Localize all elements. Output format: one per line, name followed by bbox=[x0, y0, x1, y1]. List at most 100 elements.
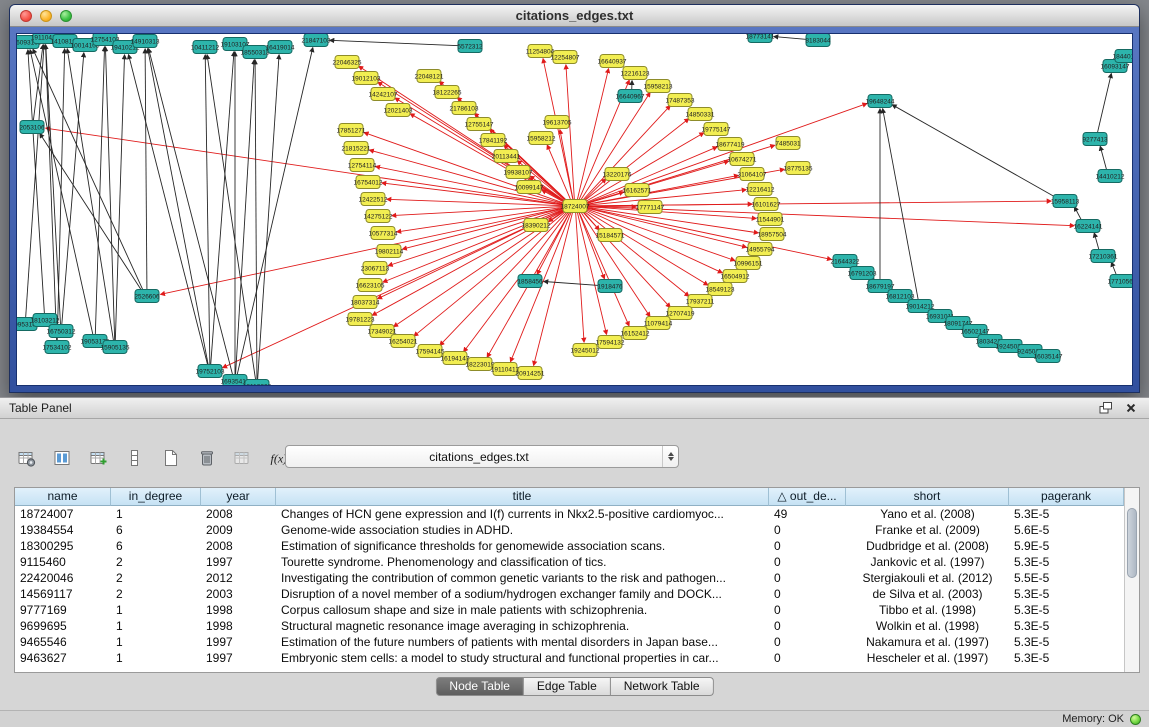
column-header-name[interactable]: name bbox=[15, 488, 111, 506]
graph-node[interactable]: 15958212 bbox=[527, 132, 556, 145]
graph-node[interactable]: 12422512 bbox=[359, 193, 388, 206]
graph-node[interactable]: 17771147 bbox=[636, 201, 665, 214]
graph-node[interactable]: 11544901 bbox=[756, 213, 785, 226]
graph-node[interactable]: 19613705 bbox=[543, 116, 572, 129]
graph-node[interactable]: 12755147 bbox=[465, 118, 494, 131]
graph-node[interactable]: 15905135 bbox=[101, 341, 130, 354]
close-panel-icon[interactable] bbox=[1122, 400, 1140, 416]
network-table-select[interactable]: citations_edges.txt bbox=[285, 445, 679, 468]
graph-node[interactable]: 16754012 bbox=[354, 176, 383, 189]
graph-node[interactable]: 10577314 bbox=[369, 227, 398, 240]
table-row[interactable]: 977716911998Corpus callosum shape and si… bbox=[15, 602, 1139, 618]
graph-node[interactable]: 17841192 bbox=[479, 134, 508, 147]
column-header-short[interactable]: short bbox=[846, 488, 1009, 506]
graph-node[interactable]: 17851271 bbox=[337, 124, 366, 137]
table-row[interactable]: 1830029562008Estimation of significance … bbox=[15, 538, 1139, 554]
column-header-year[interactable]: year bbox=[201, 488, 276, 506]
graph-node[interactable]: 15958213 bbox=[644, 80, 673, 93]
graph-node[interactable]: 8183044 bbox=[805, 34, 831, 47]
graph-node[interactable]: 20914251 bbox=[516, 367, 545, 380]
graph-node[interactable]: 7485031 bbox=[775, 137, 801, 150]
minimize-window-button[interactable] bbox=[40, 10, 52, 22]
rows-icon[interactable] bbox=[122, 446, 146, 470]
graph-node[interactable]: 2526606 bbox=[134, 290, 160, 303]
graph-node[interactable]: 19012103 bbox=[352, 72, 381, 85]
graph-node[interactable]: 1858456 bbox=[517, 275, 543, 288]
graph-node[interactable]: 16640937 bbox=[598, 55, 627, 68]
graph-node[interactable]: 16791203 bbox=[848, 267, 877, 280]
table-vertical-scrollbar[interactable] bbox=[1124, 488, 1139, 672]
graph-node[interactable]: 14955794 bbox=[746, 243, 775, 256]
graph-node[interactable]: 19781223 bbox=[346, 313, 375, 326]
close-window-button[interactable] bbox=[20, 10, 32, 22]
graph-node[interactable]: 16750312 bbox=[47, 325, 76, 338]
table-disabled-icon[interactable] bbox=[230, 446, 254, 470]
graph-node[interactable]: 16224141 bbox=[1074, 220, 1103, 233]
table-row[interactable]: 969969511998Structural magnetic resonanc… bbox=[15, 618, 1139, 634]
graph-node[interactable]: 14910313 bbox=[131, 35, 160, 48]
graph-node[interactable]: 18773141 bbox=[746, 34, 775, 43]
tab-network-table[interactable]: Network Table bbox=[611, 677, 714, 696]
graph-node[interactable]: 16504912 bbox=[721, 270, 750, 283]
graph-node[interactable]: 9277413 bbox=[1082, 133, 1108, 146]
graph-node[interactable]: 23067113 bbox=[361, 262, 390, 275]
graph-node[interactable]: 16623105 bbox=[356, 279, 385, 292]
graph-node[interactable]: 10411212 bbox=[191, 41, 220, 54]
graph-node[interactable]: 18440103 bbox=[1113, 50, 1133, 63]
graph-node[interactable]: 10674271 bbox=[728, 153, 757, 166]
tab-node-table[interactable]: Node Table bbox=[435, 677, 524, 696]
graph-node[interactable]: 5572312 bbox=[457, 40, 483, 53]
graph-node[interactable]: 18549123 bbox=[706, 283, 735, 296]
graph-node[interactable]: 16101627 bbox=[752, 198, 781, 211]
table-row[interactable]: 1456911722003Disruption of a novel membe… bbox=[15, 586, 1139, 602]
graph-node[interactable]: 17487353 bbox=[666, 94, 695, 107]
columns-icon[interactable] bbox=[50, 446, 74, 470]
graph-node[interactable]: 19938107 bbox=[504, 166, 533, 179]
graph-node[interactable]: 12216412 bbox=[746, 183, 775, 196]
graph-node[interactable]: 16035147 bbox=[1034, 350, 1063, 363]
graph-node[interactable]: 15958113 bbox=[1051, 195, 1080, 208]
graph-node[interactable]: 19648244 bbox=[866, 95, 895, 108]
table-import-icon[interactable] bbox=[86, 446, 110, 470]
new-file-icon[interactable] bbox=[158, 446, 182, 470]
graph-node[interactable]: 10996151 bbox=[734, 257, 763, 270]
graph-node[interactable]: 12754114 bbox=[348, 159, 377, 172]
graph-node[interactable]: 18957504 bbox=[758, 228, 787, 241]
graph-node[interactable]: 17710561 bbox=[1108, 275, 1133, 288]
graph-node[interactable]: 14242107 bbox=[369, 88, 398, 101]
column-header-in_degree[interactable]: in_degree bbox=[111, 488, 201, 506]
graph-node[interactable]: 17594132 bbox=[596, 336, 625, 349]
graph-node[interactable]: 16254021 bbox=[389, 335, 418, 348]
graph-node[interactable]: 19245012 bbox=[571, 344, 600, 357]
graph-node[interactable]: 17534102 bbox=[43, 341, 72, 354]
zoom-window-button[interactable] bbox=[60, 10, 72, 22]
column-header-out_de[interactable]: △ out_de... bbox=[769, 488, 846, 506]
graph-node[interactable]: 15184571 bbox=[596, 229, 625, 242]
float-panel-icon[interactable] bbox=[1096, 400, 1114, 416]
graph-node[interactable]: 16152412 bbox=[621, 327, 650, 340]
graph-node[interactable]: 22048121 bbox=[415, 70, 444, 83]
graph-node[interactable]: 1918476 bbox=[597, 280, 623, 293]
graph-node[interactable]: 12216123 bbox=[621, 67, 650, 80]
graph-node[interactable]: 18112203 bbox=[243, 380, 272, 387]
table-row[interactable]: 1938455462009Genome-wide association stu… bbox=[15, 522, 1139, 538]
graph-node[interactable]: 19775147 bbox=[702, 123, 731, 136]
graph-node[interactable]: 20113441 bbox=[492, 150, 521, 163]
table-row[interactable]: 946554611997Estimation of the future num… bbox=[15, 634, 1139, 650]
graph-node[interactable]: 18037314 bbox=[351, 296, 380, 309]
tab-edge-table[interactable]: Edge Table bbox=[524, 677, 611, 696]
graph-node[interactable]: 11079414 bbox=[644, 317, 673, 330]
table-row[interactable]: 2242004622012Investigating the contribut… bbox=[15, 570, 1139, 586]
graph-node[interactable]: 16640967 bbox=[616, 90, 645, 103]
graph-node[interactable]: 21847103 bbox=[302, 34, 331, 47]
graph-node[interactable]: 14410212 bbox=[1096, 170, 1125, 183]
graph-node[interactable]: 18122265 bbox=[433, 86, 462, 99]
graph-node[interactable]: 16162571 bbox=[623, 184, 652, 197]
network-view-canvas[interactable]: 1872400722046325190121031424210712021403… bbox=[16, 33, 1133, 386]
graph-node[interactable]: 13220176 bbox=[603, 168, 632, 181]
graph-node[interactable]: 12254807 bbox=[551, 51, 580, 64]
graph-node[interactable]: 14850331 bbox=[686, 108, 715, 121]
trash-icon[interactable] bbox=[194, 446, 218, 470]
graph-node[interactable]: 18390212 bbox=[522, 219, 551, 232]
graph-node[interactable]: 31064107 bbox=[738, 168, 767, 181]
